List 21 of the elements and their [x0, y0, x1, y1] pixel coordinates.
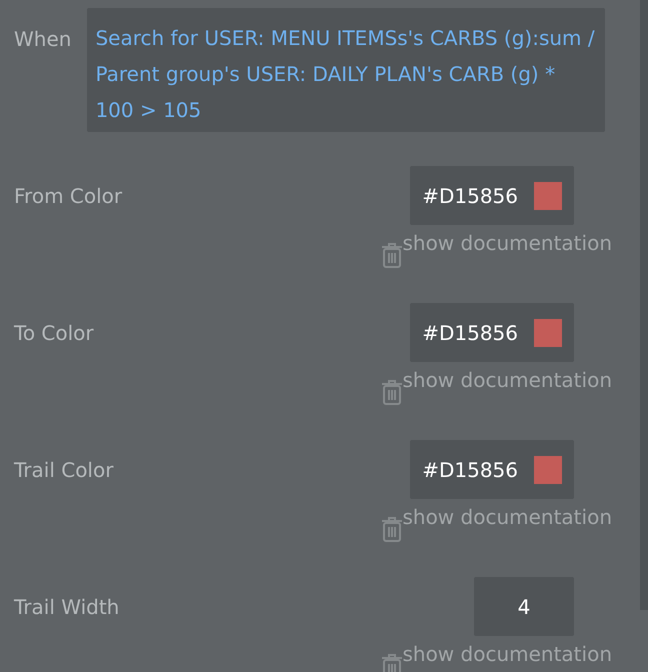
expression-field[interactable]: Search for USER: MENU ITEMSs's CARBS (g):sum / Parent group's USER: DAILY PLAN's CARB (g) * 100 > 105: [87, 8, 606, 132]
color-field[interactable]: #D15856: [410, 303, 574, 362]
trash-icon[interactable]: [380, 241, 404, 269]
condition-label: When: [14, 26, 72, 53]
number-field[interactable]: 4: [474, 577, 574, 636]
trash-icon[interactable]: [380, 515, 404, 543]
color-field[interactable]: #D15856: [410, 440, 574, 499]
property-label: From Color: [14, 182, 122, 210]
trash-icon[interactable]: [380, 378, 404, 406]
documentation-link[interactable]: show documentation: [402, 370, 612, 390]
documentation-link[interactable]: show documentation: [402, 233, 612, 253]
color-field[interactable]: #D15856: [410, 166, 574, 225]
property-label: Trail Color: [14, 456, 114, 484]
documentation-link[interactable]: show documentation: [402, 644, 612, 664]
property-label: To Color: [14, 320, 94, 346]
documentation-link[interactable]: show documentation: [402, 507, 612, 527]
property-label: Trail Width: [14, 594, 120, 620]
trash-icon[interactable]: [380, 652, 404, 672]
color-value: #D15856: [422, 456, 518, 484]
color-value: #D15856: [422, 182, 518, 210]
color-value: #D15856: [422, 320, 518, 346]
